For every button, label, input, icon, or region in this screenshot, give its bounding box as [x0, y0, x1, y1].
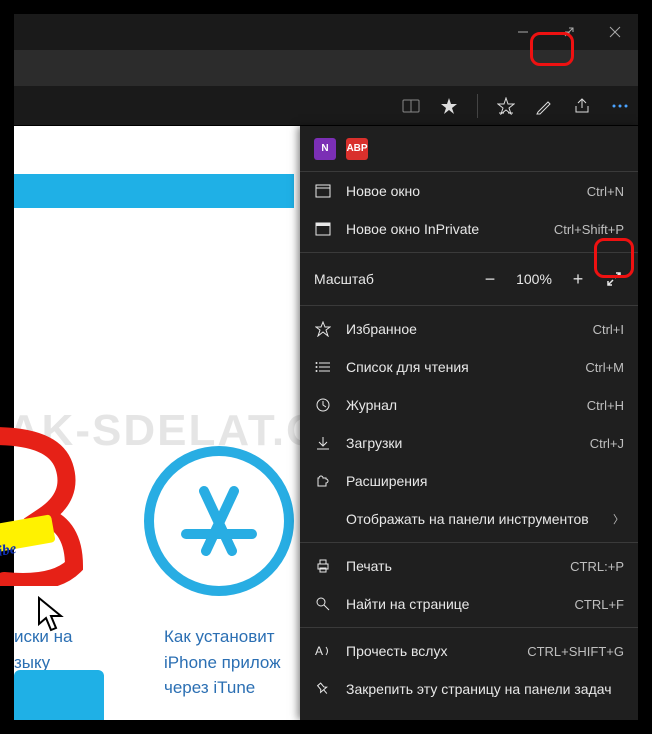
chevron-right-icon: 〉	[613, 719, 624, 720]
menu-show-on-toolbar[interactable]: Отображать на панели инструментов 〉	[300, 500, 638, 538]
pin-icon	[314, 681, 332, 697]
menu-reading-list[interactable]: Список для чтения Ctrl+M	[300, 348, 638, 386]
window-icon	[314, 183, 332, 199]
menu-more-tools[interactable]: Дополнительные средства 〉	[300, 708, 638, 720]
menu-new-window[interactable]: Новое окно Ctrl+N	[300, 172, 638, 210]
fullscreen-button[interactable]	[600, 265, 628, 293]
window-titlebar	[14, 14, 638, 50]
settings-menu: N ABP Новое окно Ctrl+N Новое окно InPri…	[300, 126, 638, 720]
share-icon[interactable]	[572, 96, 592, 116]
read-aloud-icon: A	[314, 643, 332, 659]
menu-history[interactable]: Журнал Ctrl+H	[300, 386, 638, 424]
browser-window: KAK-SDELAT.ORG scribe иски на зыку Как у…	[14, 14, 638, 720]
menu-new-inprivate[interactable]: Новое окно InPrivate Ctrl+Shift+P	[300, 210, 638, 248]
menu-downloads[interactable]: Загрузки Ctrl+J	[300, 424, 638, 462]
menu-zoom: Масштаб − 100% +	[300, 257, 638, 301]
favorites-list-icon[interactable]	[496, 96, 516, 116]
onenote-extension-icon[interactable]: N	[314, 138, 336, 160]
notes-icon[interactable]	[534, 96, 554, 116]
extensions-row: N ABP	[300, 126, 638, 172]
favorite-star-icon[interactable]	[439, 96, 459, 116]
more-icon[interactable]	[610, 96, 630, 116]
reading-view-icon[interactable]	[401, 96, 421, 116]
appstore-icon[interactable]	[144, 446, 294, 596]
inprivate-icon	[314, 221, 332, 237]
page-header-bar	[14, 174, 294, 208]
close-button[interactable]	[592, 14, 638, 50]
page-bottom-block	[14, 670, 104, 720]
article-caption-2[interactable]: Как установит iPhone прилож через iTune	[164, 624, 281, 701]
menu-extensions[interactable]: Расширения	[300, 462, 638, 500]
menu-print[interactable]: Печать CTRL:+P	[300, 547, 638, 585]
menu-separator	[300, 542, 638, 543]
svg-text:A: A	[315, 644, 323, 658]
tab-bar[interactable]	[14, 50, 638, 86]
toolbar-divider	[477, 94, 478, 118]
menu-separator	[300, 305, 638, 306]
list-icon	[314, 359, 332, 375]
zoom-in-button[interactable]: +	[564, 265, 592, 293]
browser-toolbar	[14, 86, 638, 126]
restore-button[interactable]	[546, 14, 592, 50]
menu-separator	[300, 252, 638, 253]
zoom-label: Масштаб	[314, 271, 468, 287]
menu-find[interactable]: Найти на странице CTRL+F	[300, 585, 638, 623]
article-caption-1[interactable]: иски на зыку	[14, 624, 73, 675]
zoom-value: 100%	[512, 271, 556, 287]
print-icon	[314, 558, 332, 574]
puzzle-icon	[314, 473, 332, 489]
download-icon	[314, 435, 332, 451]
chevron-right-icon: 〉	[613, 511, 624, 527]
minimize-button[interactable]	[500, 14, 546, 50]
menu-pin-taskbar[interactable]: Закрепить эту страницу на панели задач	[300, 670, 638, 708]
menu-read-aloud[interactable]: A Прочесть вслух CTRL+SHIFT+G	[300, 632, 638, 670]
zoom-out-button[interactable]: −	[476, 265, 504, 293]
page-content: KAK-SDELAT.ORG scribe иски на зыку Как у…	[14, 126, 638, 720]
search-icon	[314, 596, 332, 612]
abp-extension-icon[interactable]: ABP	[346, 138, 368, 160]
menu-separator	[300, 627, 638, 628]
history-icon	[314, 397, 332, 413]
menu-favorites[interactable]: Избранное Ctrl+I	[300, 310, 638, 348]
youtube-thumbnail[interactable]: scribe	[0, 426, 94, 606]
star-icon	[314, 321, 332, 337]
